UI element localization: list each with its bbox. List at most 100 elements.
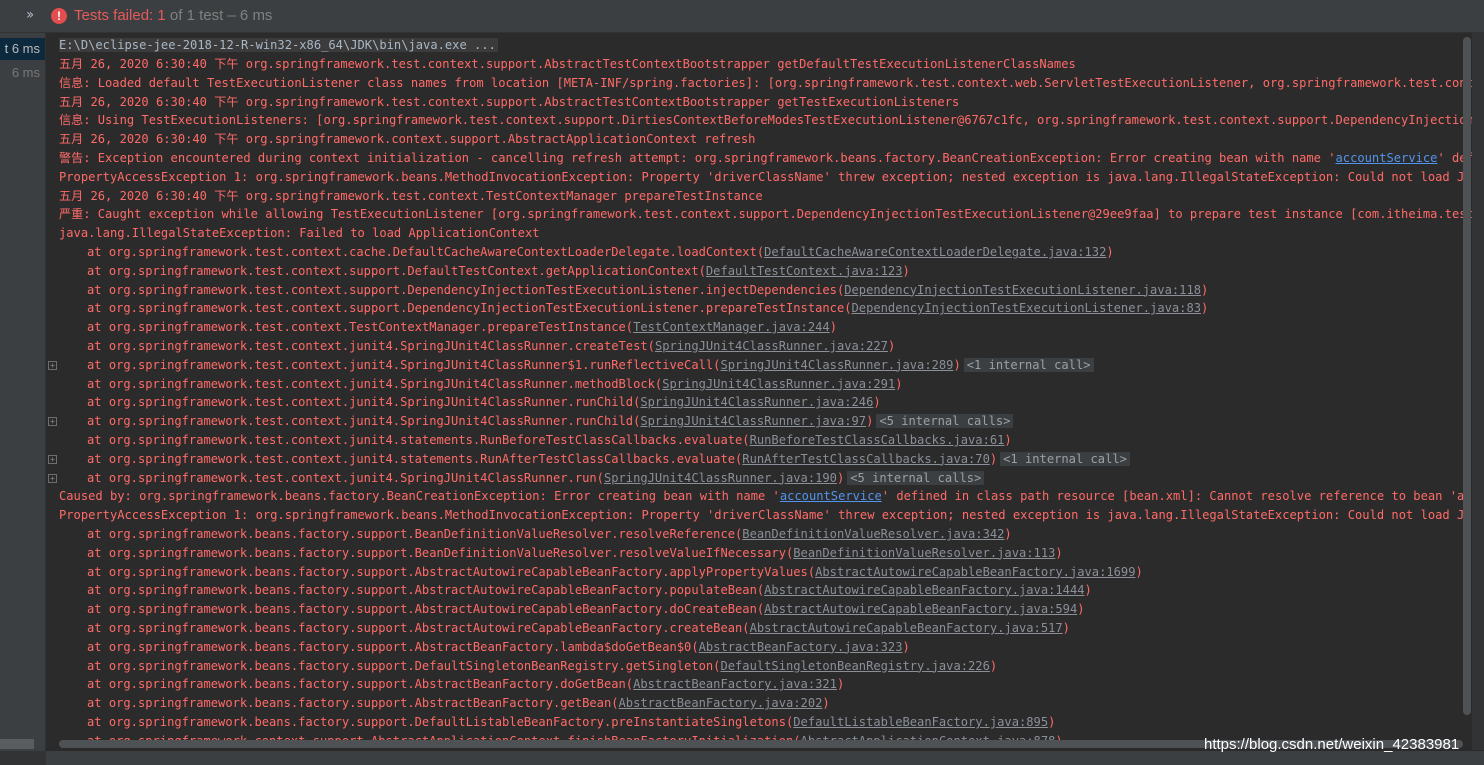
source-file-link[interactable]: AbstractBeanFactory.java:321 bbox=[633, 677, 837, 691]
log-line[interactable]: Caused by: org.springframework.beans.fac… bbox=[47, 487, 1472, 506]
test-tree-scrollbar[interactable] bbox=[0, 739, 34, 749]
line-text: at org.springframework.test.context.juni… bbox=[87, 433, 1012, 447]
source-file-link[interactable]: DefaultCacheAwareContextLoaderDelegate.j… bbox=[764, 245, 1106, 259]
test-tree-item-selected[interactable]: t 6 ms bbox=[0, 38, 45, 60]
source-file-link[interactable]: SpringJUnit4ClassRunner.java:190 bbox=[604, 471, 837, 485]
console-vertical-scrollbar[interactable] bbox=[1463, 37, 1471, 715]
stack-trace-line[interactable]: + at org.springframework.test.context.jun… bbox=[47, 412, 1014, 431]
source-file-link[interactable]: SpringJUnit4ClassRunner.java:227 bbox=[655, 339, 888, 353]
source-file-link[interactable]: TestContextManager.java:244 bbox=[633, 320, 830, 334]
stack-trace-line[interactable]: at org.springframework.beans.factory.sup… bbox=[47, 525, 1012, 544]
line-text: at org.springframework.beans.factory.sup… bbox=[87, 696, 830, 710]
stack-trace-line[interactable]: at org.springframework.test.context.supp… bbox=[47, 281, 1208, 300]
log-line[interactable]: 警告: Exception encountered during context… bbox=[47, 149, 1472, 168]
text-segment: at org.springframework.test.context.juni… bbox=[87, 414, 641, 429]
stack-trace-line[interactable]: at org.springframework.beans.factory.sup… bbox=[47, 563, 1143, 582]
source-file-link[interactable]: RunBeforeTestClassCallbacks.java:61 bbox=[750, 433, 1005, 447]
text-segment: at org.springframework.beans.factory.sup… bbox=[87, 639, 699, 654]
source-file-link[interactable]: DefaultTestContext.java:123 bbox=[706, 264, 903, 278]
text-segment: 严重: Caught exception while allowing Test… bbox=[59, 207, 1472, 222]
text-segment: ) bbox=[895, 376, 903, 391]
log-line[interactable]: 五月 26, 2020 6:30:40 下午 org.springframewo… bbox=[47, 187, 763, 206]
text-segment: ) bbox=[829, 320, 837, 335]
command-text[interactable]: E:\D\eclipse-jee-2018-12-R-win32-x86_64\… bbox=[59, 38, 498, 52]
line-text: at org.springframework.beans.factory.sup… bbox=[87, 546, 1063, 560]
source-file-link[interactable]: BeanDefinitionValueResolver.java:113 bbox=[793, 546, 1055, 560]
source-file-link[interactable]: DefaultListableBeanFactory.java:895 bbox=[793, 715, 1048, 729]
fold-expand-icon[interactable]: + bbox=[48, 360, 57, 370]
source-file-link[interactable]: SpringJUnit4ClassRunner.java:291 bbox=[662, 377, 895, 391]
text-segment: at org.springframework.beans.factory.sup… bbox=[87, 564, 816, 579]
source-file-link[interactable]: AbstractBeanFactory.java:202 bbox=[619, 696, 823, 710]
text-segment: at org.springframework.test.context.juni… bbox=[87, 339, 655, 353]
stack-trace-line[interactable]: at org.springframework.beans.factory.sup… bbox=[47, 638, 910, 657]
stack-trace-line[interactable]: at org.springframework.test.context.Test… bbox=[47, 318, 837, 337]
source-file-link[interactable]: AbstractAutowireCapableBeanFactory.java:… bbox=[815, 565, 1135, 579]
stack-trace-line[interactable]: + at org.springframework.test.context.jun… bbox=[47, 450, 1130, 469]
internal-calls-badge[interactable]: <5 internal calls> bbox=[847, 470, 985, 485]
stack-trace-line[interactable]: at org.springframework.beans.factory.sup… bbox=[47, 581, 1092, 600]
source-file-link[interactable]: SpringJUnit4ClassRunner.java:246 bbox=[640, 395, 873, 409]
source-file-link[interactable]: BeanDefinitionValueResolver.java:342 bbox=[742, 527, 1004, 541]
source-file-link[interactable]: AbstractAutowireCapableBeanFactory.java:… bbox=[764, 583, 1084, 597]
stack-trace-line[interactable]: + at org.springframework.test.context.jun… bbox=[47, 469, 985, 488]
stack-trace-line[interactable]: + at org.springframework.test.context.jun… bbox=[47, 356, 1094, 375]
text-segment: 信息: Loaded default TestExecutionListener… bbox=[59, 75, 1472, 90]
stack-trace-line[interactable]: at org.springframework.beans.factory.sup… bbox=[47, 657, 997, 676]
fold-expand-icon[interactable]: + bbox=[48, 454, 57, 464]
fold-expand-icon[interactable]: + bbox=[48, 473, 57, 483]
source-file-link[interactable]: DependencyInjectionTestExecutionListener… bbox=[844, 283, 1201, 297]
log-line[interactable]: 信息: Loaded default TestExecutionListener… bbox=[47, 74, 1472, 93]
fold-expand-icon[interactable]: + bbox=[48, 417, 57, 427]
line-text: at org.springframework.test.context.supp… bbox=[87, 264, 910, 278]
log-line[interactable]: 信息: Using TestExecutionListeners: [org.s… bbox=[47, 111, 1472, 130]
log-line[interactable]: 五月 26, 2020 6:30:40 下午 org.springframewo… bbox=[47, 130, 755, 149]
stack-trace-line[interactable]: at org.springframework.beans.factory.sup… bbox=[47, 544, 1063, 563]
internal-calls-badge[interactable]: <5 internal calls> bbox=[876, 414, 1014, 429]
bean-name-link[interactable]: accountService bbox=[1336, 151, 1438, 165]
log-line[interactable]: 五月 26, 2020 6:30:40 下午 org.springframewo… bbox=[47, 93, 959, 112]
stack-trace-line[interactable]: at org.springframework.test.context.cach… bbox=[47, 243, 1114, 262]
text-segment: ) bbox=[866, 414, 874, 429]
text-segment: at org.springframework.beans.factory.sup… bbox=[87, 602, 765, 617]
source-file-link[interactable]: SpringJUnit4ClassRunner.java:97 bbox=[640, 414, 866, 428]
internal-calls-badge[interactable]: <1 internal call> bbox=[963, 357, 1094, 372]
source-file-link[interactable]: AbstractBeanFactory.java:323 bbox=[699, 640, 903, 654]
test-tree-item[interactable]: 6 ms bbox=[0, 62, 45, 84]
status-failed-count: 1 bbox=[157, 7, 166, 24]
text-segment: ) bbox=[1062, 621, 1070, 635]
log-line[interactable]: PropertyAccessException 1: org.springfra… bbox=[47, 506, 1472, 525]
source-file-link[interactable]: DefaultSingletonBeanRegistry.java:226 bbox=[720, 659, 989, 673]
source-file-link[interactable]: RunAfterTestClassCallbacks.java:70 bbox=[742, 452, 990, 466]
source-file-link[interactable]: DependencyInjectionTestExecutionListener… bbox=[852, 301, 1202, 315]
stack-trace-line[interactable]: at org.springframework.test.context.juni… bbox=[47, 431, 1012, 450]
log-line[interactable]: 五月 26, 2020 6:30:40 下午 org.springframewo… bbox=[47, 55, 1076, 74]
log-line[interactable]: java.lang.IllegalStateException: Failed … bbox=[47, 224, 540, 243]
console-output[interactable]: E:\D\eclipse-jee-2018-12-R-win32-x86_64\… bbox=[47, 33, 1472, 750]
text-segment: ) bbox=[902, 639, 910, 654]
log-line[interactable]: 严重: Caught exception while allowing Test… bbox=[47, 205, 1472, 224]
stack-trace-line[interactable]: at org.springframework.beans.factory.sup… bbox=[47, 694, 830, 713]
text-segment: PropertyAccessException 1: org.springfra… bbox=[59, 508, 1472, 523]
text-segment: ) bbox=[1055, 545, 1063, 560]
source-file-link[interactable]: SpringJUnit4ClassRunner.java:289 bbox=[720, 358, 953, 372]
source-file-link[interactable]: AbstractAutowireCapableBeanFactory.java:… bbox=[750, 621, 1063, 635]
stack-trace-line[interactable]: at org.springframework.beans.factory.sup… bbox=[47, 600, 1085, 619]
stack-trace-line[interactable]: at org.springframework.beans.factory.sup… bbox=[47, 713, 1055, 732]
stack-trace-line[interactable]: at org.springframework.test.context.juni… bbox=[47, 337, 895, 356]
stack-trace-line[interactable]: at org.springframework.test.context.juni… bbox=[47, 393, 881, 412]
test-runner-toolbar: ›› ! Tests failed: 1 of 1 test – 6 ms bbox=[0, 0, 1484, 33]
status-prefix: Tests failed: bbox=[74, 7, 158, 24]
bean-name-link[interactable]: accountService bbox=[780, 489, 882, 503]
internal-calls-badge[interactable]: <1 internal call> bbox=[1000, 451, 1130, 466]
log-line[interactable]: PropertyAccessException 1: org.springfra… bbox=[47, 168, 1472, 187]
stack-trace-line[interactable]: at org.springframework.beans.factory.sup… bbox=[47, 619, 1070, 638]
stack-trace-line[interactable]: at org.springframework.test.context.supp… bbox=[47, 262, 910, 281]
console-command-line[interactable]: E:\D\eclipse-jee-2018-12-R-win32-x86_64\… bbox=[47, 36, 498, 55]
stack-trace-line[interactable]: at org.springframework.test.context.supp… bbox=[47, 299, 1208, 318]
stack-trace-line[interactable]: at org.springframework.test.context.juni… bbox=[47, 375, 902, 394]
text-segment: at org.springframework.test.context.supp… bbox=[87, 282, 845, 297]
source-file-link[interactable]: AbstractAutowireCapableBeanFactory.java:… bbox=[764, 602, 1077, 616]
expand-chevron-icon[interactable]: ›› bbox=[26, 7, 34, 23]
stack-trace-line[interactable]: at org.springframework.beans.factory.sup… bbox=[47, 675, 844, 694]
